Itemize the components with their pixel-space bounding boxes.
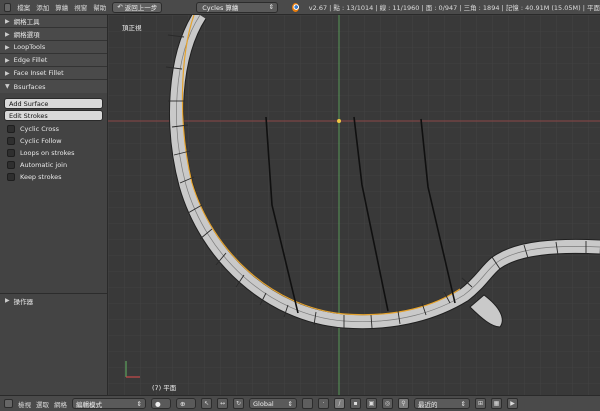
panel-label: 網格選項 (13, 31, 40, 39)
undo-button[interactable]: ↶ 返回上一步 (112, 1, 163, 13)
tool-shelf: ▶ 網格工具 ▶ 網格選項 ▶ LoopTools ▶ Edge Fillet … (0, 15, 108, 395)
panel-collapsed-icon: ▶ (5, 69, 10, 77)
view-name: 頂正視 (122, 24, 142, 32)
checkbox-label: Cyclic Follow (20, 137, 62, 145)
panel-collapsed-icon: ▶ (5, 56, 10, 64)
automatic-join-checkbox[interactable]: Automatic join (0, 159, 107, 171)
render-engine-label: Cycles 算繪 (202, 4, 239, 12)
menu-render[interactable]: 算繪 (55, 2, 68, 12)
menu-view[interactable]: 檢視 (18, 399, 31, 409)
panel-label: LoopTools (13, 43, 46, 51)
chevron-down-icon: ⇕ (287, 399, 293, 408)
cyclic-follow-checkbox[interactable]: Cyclic Follow (0, 135, 107, 147)
panel-bsurfaces[interactable]: ▼ Bsurfaces (0, 80, 107, 93)
checkbox-label: Keep strokes (20, 173, 62, 181)
top-header: 檔案 添加 算繪 視窗 幫助 ↶ 返回上一步 Cycles 算繪 ⇕ v2.67… (0, 0, 600, 15)
bottom-header: 檢視 選取 網格 編輯模式 ⇕ ● ⊕ ↖ ↔ ↻ Global ⇕ · / ▪… (0, 395, 600, 411)
panel-label: Face Inset Fillet (13, 69, 64, 77)
blender-logo-icon (292, 2, 299, 12)
edge-select-button[interactable]: / (334, 398, 345, 409)
editor-type-icon[interactable] (4, 2, 12, 12)
panel-face-inset-fillet[interactable]: ▶ Face Inset Fillet (0, 67, 107, 80)
panel-collapsed-icon: ▶ (5, 30, 10, 38)
panel-operator[interactable]: ▶ 操作器 (0, 294, 107, 307)
checkbox-label: Loops on strokes (20, 149, 75, 157)
panel-mesh-tools[interactable]: ▶ 網格工具 (0, 15, 107, 28)
shading-select[interactable]: ● (151, 398, 171, 409)
scene-stats: v2.67 | 點 : 13/1014 | 線 : 11/1960 | 面 : … (308, 4, 600, 12)
chevron-down-icon: ⇕ (268, 3, 275, 11)
vertex-select-button[interactable]: · (318, 398, 329, 409)
panel-label: 操作器 (13, 297, 34, 306)
menu-help[interactable]: 幫助 (93, 2, 106, 12)
panel-collapsed-icon: ▶ (5, 297, 10, 304)
menu-add[interactable]: 添加 (36, 2, 49, 12)
snap-target-select[interactable]: 最近的 ⇕ (414, 398, 470, 409)
undo-icon: ↶ (117, 3, 123, 11)
panel-collapsed-icon: ▶ (5, 43, 10, 51)
viewport-canvas[interactable] (108, 15, 600, 395)
edit-strokes-button[interactable]: Edit Strokes (4, 110, 103, 121)
manipulator-toggle[interactable]: ↖ (201, 398, 212, 409)
menu-select[interactable]: 選取 (36, 399, 49, 409)
snap-toggle-button[interactable]: ⚲ (398, 398, 409, 409)
checkbox-icon (7, 125, 15, 133)
sphere-icon: ● (155, 399, 161, 408)
panel-looptools[interactable]: ▶ LoopTools (0, 41, 107, 54)
checkbox-icon (7, 137, 15, 145)
mode-select[interactable]: 編輯模式 ⇕ (72, 398, 146, 409)
object-origin-dot[interactable] (337, 119, 341, 123)
menu-mesh[interactable]: 網格 (54, 399, 67, 409)
checkbox-icon (7, 173, 15, 181)
chevron-down-icon: ⇕ (136, 399, 142, 408)
checkbox-icon (7, 149, 15, 157)
cyclic-cross-checkbox[interactable]: Cyclic Cross (0, 123, 107, 135)
panel-label: Bsurfaces (13, 82, 46, 91)
operator-panel: ▶ 操作器 (0, 293, 107, 395)
proportional-edit-button[interactable]: ◎ (382, 398, 393, 409)
snap-target-label: 最近的 (418, 400, 438, 409)
add-surface-button[interactable]: Add Surface (4, 98, 103, 109)
loops-on-strokes-checkbox[interactable]: Loops on strokes (0, 147, 107, 159)
snap-align-button[interactable]: ⊞ (475, 398, 486, 409)
mode-label: 編輯模式 (76, 400, 102, 409)
checkbox-label: Automatic join (20, 161, 68, 169)
render-engine-select[interactable]: Cycles 算繪 ⇕ (196, 1, 279, 13)
panel-expanded-icon: ▼ (5, 83, 10, 90)
object-label: (7) 平面 (152, 384, 177, 392)
chevron-down-icon: ⇕ (460, 399, 466, 408)
face-select-button[interactable]: ▪ (350, 398, 361, 409)
orientation-label: Global (253, 399, 274, 408)
editor-type-icon[interactable] (4, 399, 13, 408)
keep-strokes-checkbox[interactable]: Keep strokes (0, 171, 107, 183)
layer-button[interactable] (302, 398, 313, 409)
checkbox-label: Cyclic Cross (20, 125, 60, 133)
orientation-select[interactable]: Global ⇕ (249, 398, 297, 409)
limit-selection-button[interactable]: ▣ (366, 398, 377, 409)
menu-window[interactable]: 視窗 (74, 2, 87, 12)
3d-viewport[interactable]: 頂正視 (7) 平面 (108, 15, 600, 395)
undo-label: 返回上一步 (124, 4, 158, 12)
panel-edge-fillet[interactable]: ▶ Edge Fillet (0, 54, 107, 67)
pivot-select[interactable]: ⊕ (176, 398, 196, 409)
panel-mesh-options[interactable]: ▶ 網格選項 (0, 28, 107, 41)
panel-label: Edge Fillet (13, 56, 48, 64)
opengl-render-button[interactable]: ▶ (507, 398, 518, 409)
render-preview-button[interactable]: ▦ (491, 398, 502, 409)
translate-manipulator-button[interactable]: ↔ (217, 398, 228, 409)
checkbox-icon (7, 161, 15, 169)
panel-collapsed-icon: ▶ (5, 17, 10, 25)
panel-label: 網格工具 (13, 18, 40, 26)
menu-file[interactable]: 檔案 (17, 2, 30, 12)
rotate-manipulator-button[interactable]: ↻ (233, 398, 244, 409)
pivot-icon: ⊕ (180, 399, 186, 408)
